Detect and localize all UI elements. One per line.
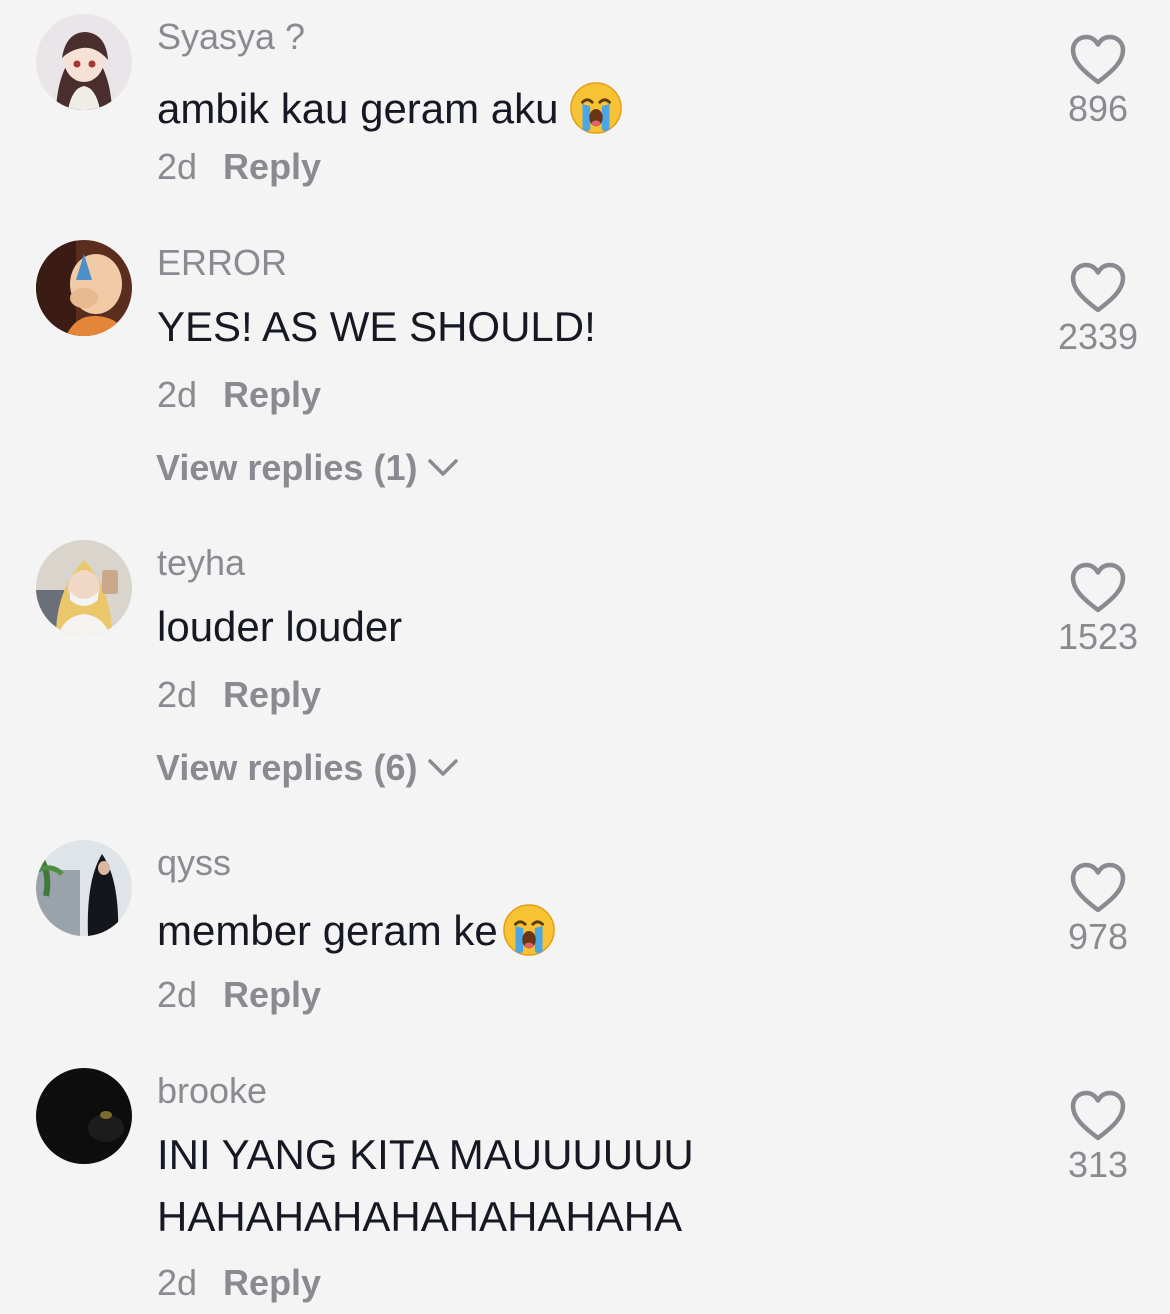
comment-time: 2d bbox=[157, 374, 198, 415]
comment-time: 2d bbox=[157, 974, 198, 1015]
heart-icon[interactable] bbox=[1070, 562, 1126, 614]
chevron-down-icon bbox=[427, 758, 459, 778]
comment-item: qyss member geram ke 2d Reply 978 bbox=[0, 826, 1170, 1056]
comment-item: ERROR YES! AS WE SHOULD! 2d Reply View re… bbox=[0, 226, 1170, 526]
view-replies-button[interactable]: View replies (1) bbox=[156, 447, 459, 489]
comment-meta: 2d Reply bbox=[157, 146, 321, 188]
comment-text-line: INI YANG KITA MAUUUUUU bbox=[157, 1131, 694, 1178]
comment-text-content: louder louder bbox=[157, 603, 403, 650]
like-button[interactable]: 313 bbox=[1040, 1090, 1156, 1186]
like-count: 978 bbox=[1067, 916, 1129, 957]
like-button[interactable]: 896 bbox=[1040, 34, 1156, 130]
loudly-crying-face-icon bbox=[569, 81, 623, 135]
avatar[interactable] bbox=[36, 240, 132, 336]
like-button[interactable]: 978 bbox=[1040, 862, 1156, 958]
comment-meta: 2d Reply bbox=[157, 374, 321, 416]
comment-text: YES! AS WE SHOULD! bbox=[157, 296, 596, 358]
comment-list: Syasya ? ambik kau geram aku 2d Reply 896… bbox=[0, 0, 1170, 1314]
view-replies-label: View replies (1) bbox=[156, 447, 418, 488]
comment-text: member geram ke bbox=[157, 900, 556, 962]
heart-icon[interactable] bbox=[1070, 262, 1126, 314]
view-replies-button[interactable]: View replies (6) bbox=[156, 747, 459, 789]
comment-item: teyha louder louder 2d Reply View replies… bbox=[0, 526, 1170, 826]
like-count: 313 bbox=[1067, 1144, 1129, 1185]
loudly-crying-face-icon bbox=[502, 903, 556, 957]
comment-item: Syasya ? ambik kau geram aku 2d Reply 896 bbox=[0, 0, 1170, 210]
heart-icon[interactable] bbox=[1070, 34, 1126, 86]
heart-icon[interactable] bbox=[1070, 862, 1126, 914]
like-button[interactable]: 2339 bbox=[1040, 262, 1156, 358]
comment-username[interactable]: Syasya ? bbox=[157, 16, 305, 58]
avatar[interactable] bbox=[36, 1068, 132, 1164]
comment-text-content: YES! AS WE SHOULD! bbox=[157, 303, 596, 350]
comment-text: ambik kau geram aku bbox=[157, 78, 623, 140]
comment-text-line: HAHAHAHAHAHAHAHAHA bbox=[157, 1193, 683, 1240]
avatar[interactable] bbox=[36, 840, 132, 936]
comment-text-content: member geram ke bbox=[157, 907, 498, 954]
reply-button[interactable]: Reply bbox=[223, 374, 321, 415]
avatar[interactable] bbox=[36, 14, 132, 110]
like-count: 2339 bbox=[1057, 316, 1139, 357]
comment-username[interactable]: brooke bbox=[157, 1070, 267, 1112]
comment-text: INI YANG KITA MAUUUUUU HAHAHAHAHAHAHAHAH… bbox=[157, 1124, 694, 1248]
comment-username[interactable]: ERROR bbox=[157, 242, 287, 284]
comment-time: 2d bbox=[157, 146, 198, 187]
reply-button[interactable]: Reply bbox=[223, 1262, 321, 1303]
comment-username[interactable]: qyss bbox=[157, 842, 231, 884]
comment-text: louder louder bbox=[157, 596, 402, 658]
comment-text-content: ambik kau geram aku bbox=[157, 85, 559, 132]
avatar[interactable] bbox=[36, 540, 132, 636]
like-button[interactable]: 1523 bbox=[1040, 562, 1156, 658]
chevron-down-icon bbox=[427, 458, 459, 478]
comment-username[interactable]: teyha bbox=[157, 542, 245, 584]
reply-button[interactable]: Reply bbox=[223, 674, 321, 715]
heart-icon[interactable] bbox=[1070, 1090, 1126, 1142]
comment-meta: 2d Reply bbox=[157, 1262, 321, 1304]
view-replies-label: View replies (6) bbox=[156, 747, 418, 788]
comment-item: brooke INI YANG KITA MAUUUUUU HAHAHAHAHA… bbox=[0, 1054, 1170, 1314]
comment-time: 2d bbox=[157, 674, 198, 715]
comment-meta: 2d Reply bbox=[157, 674, 321, 716]
comment-time: 2d bbox=[157, 1262, 198, 1303]
reply-button[interactable]: Reply bbox=[223, 974, 321, 1015]
comment-meta: 2d Reply bbox=[157, 974, 321, 1016]
reply-button[interactable]: Reply bbox=[223, 146, 321, 187]
like-count: 1523 bbox=[1057, 616, 1139, 657]
like-count: 896 bbox=[1067, 88, 1129, 129]
